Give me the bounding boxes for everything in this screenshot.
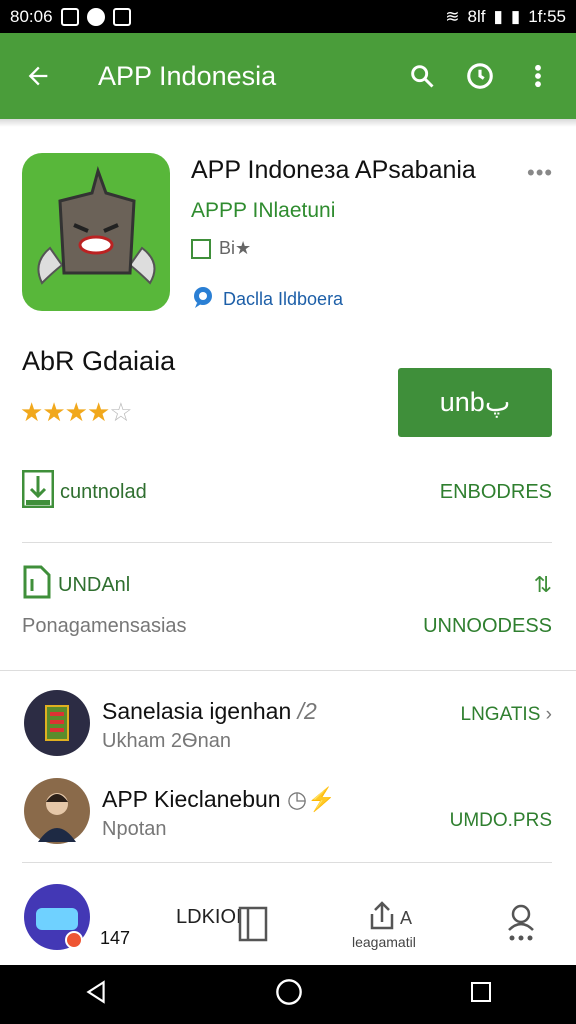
developer-link[interactable]: APPP INlaetuni <box>191 199 335 223</box>
update-row[interactable]: UNDAnl ⇅ <box>22 565 552 605</box>
signal-text: 8lf <box>467 6 486 26</box>
content-rating-icon <box>191 238 211 259</box>
download-icon <box>21 469 55 514</box>
star-empty-icon: ☆ <box>109 397 132 427</box>
bottom-tab-bar: 147 LDKIOI A leagamatil <box>0 882 576 964</box>
avatar <box>24 690 90 756</box>
overflow-menu-icon[interactable]: ••• <box>527 160 553 186</box>
share-label-top: A <box>400 908 413 928</box>
star-icon: ★ <box>86 397 110 427</box>
update-label: UNDAnl <box>58 573 131 596</box>
gallery-notification-icon <box>112 7 131 26</box>
install-button[interactable]: unbپ <box>398 368 552 437</box>
app-bar: APP Indonesia <box>0 33 576 119</box>
app-subtitle: AbR Gdaiaia <box>22 346 176 376</box>
tab-label-left[interactable]: LDKIOI <box>176 906 242 929</box>
status-time-left: 80:06 <box>10 6 53 26</box>
more-vert-icon[interactable] <box>518 56 558 96</box>
clock-badge-icon: ◷⚡ <box>287 786 336 812</box>
content-rating-text: Bi★ <box>219 238 252 258</box>
status-bar: 80:06 ≋ 8lf ▮ ▮ 1f:55 <box>0 0 576 33</box>
nav-home-icon[interactable] <box>275 978 303 1011</box>
list-item-title: Sanelasia igenhan /2 <box>102 698 317 724</box>
system-nav-bar <box>0 965 576 1024</box>
share-label: leagamatil <box>352 934 416 950</box>
clock-icon[interactable] <box>460 56 500 96</box>
app-icon <box>22 153 170 311</box>
update-description: Ponagamensasias <box>22 615 187 637</box>
list-item-badge: /2 <box>297 698 317 724</box>
divider <box>22 542 552 543</box>
book-icon[interactable] <box>238 906 270 947</box>
list-item[interactable]: APP Kieclanebun ◷⚡ Npotan UMDO.PRS <box>22 778 552 852</box>
download-label: cuntnolad <box>60 480 147 503</box>
search-icon[interactable] <box>402 56 442 96</box>
share-icon[interactable] <box>368 900 396 937</box>
star-icon: ★ <box>42 397 65 427</box>
list-item-action[interactable]: LNGATIS › <box>461 704 553 726</box>
cell-signal-icon: ▮ <box>493 6 503 26</box>
item-counter: 147 <box>100 928 131 948</box>
divider <box>0 670 576 671</box>
list-item[interactable]: Sanelasia igenhan /2 Ukham 2Ѳnan LNGATIS… <box>22 690 552 764</box>
chat-bubble-icon <box>191 285 215 314</box>
update-desc-row: Ponagamensasias UNNOODESS <box>22 615 552 638</box>
chevron-right-icon: › <box>545 704 552 725</box>
wifi-icon: ≋ <box>445 6 460 26</box>
update-action[interactable]: UNNOODESS <box>423 615 552 638</box>
nav-recents-icon[interactable] <box>469 980 493 1009</box>
list-item-subtitle: Ukham 2Ѳnan <box>102 730 231 752</box>
star-rating: ★★★★☆ <box>20 397 133 428</box>
nav-back-icon[interactable] <box>83 979 109 1010</box>
category-meta[interactable]: Daclla Ildboera <box>191 285 343 314</box>
rating-meta: Bi★ <box>191 238 251 259</box>
category-text: Daclla Ildboera <box>223 289 344 309</box>
avatar <box>24 778 90 844</box>
document-icon <box>22 565 52 605</box>
appbar-shadow <box>0 119 576 127</box>
list-item-subtitle: Npotan <box>102 818 167 840</box>
app-title: APP Indoneзa APsabania <box>191 156 476 184</box>
image-notification-icon <box>60 7 79 26</box>
list-item-action[interactable]: UMDO.PRS <box>450 810 552 832</box>
status-time-right: 1f:55 <box>528 6 566 26</box>
divider <box>22 862 552 863</box>
star-icon: ★ <box>20 397 43 427</box>
back-arrow-icon[interactable] <box>18 56 58 96</box>
sync-icon[interactable]: ⇅ <box>534 572 552 598</box>
star-icon: ★ <box>64 397 88 427</box>
list-item-title: APP Kieclanebun ◷⚡ <box>102 786 336 812</box>
profile-icon[interactable] <box>506 904 536 947</box>
game-avatar[interactable] <box>24 884 90 950</box>
battery-icon: ▮ <box>510 6 521 26</box>
app-bar-title: APP Indonesia <box>98 60 277 91</box>
download-row[interactable]: cuntnolad ENBODRES <box>21 469 552 514</box>
messenger-notification-icon <box>86 7 105 26</box>
download-action[interactable]: ENBODRES <box>440 481 552 504</box>
